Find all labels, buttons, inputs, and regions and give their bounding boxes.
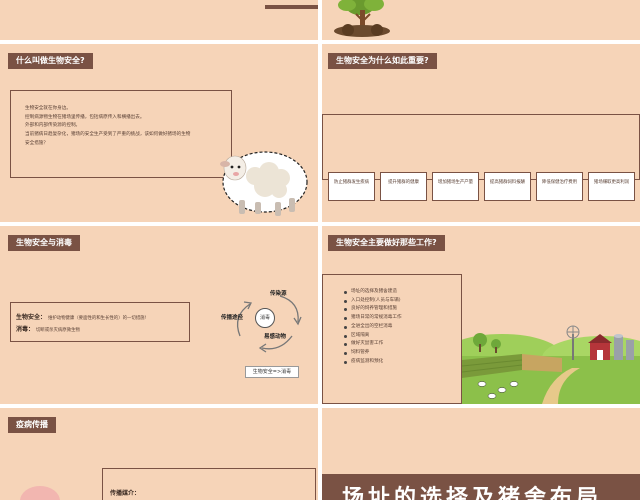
reason-chip: 提高猪群饲料报酬 <box>484 172 531 201</box>
cycle-node-host: 易感动物 <box>264 334 287 340</box>
reason-chip: 提升猪群的健康 <box>380 172 427 201</box>
work-item: 猪场日常的常规消毒工作 <box>343 314 461 323</box>
cycle-node-route: 传播途径 <box>221 315 244 321</box>
work-item: 全进全出的空栏消毒 <box>343 323 461 332</box>
definition-box: 生物安全就在你身边。 控制病源物生物在猪场里传播，包括病原传入和横播出去。 外部… <box>10 90 232 178</box>
reasons-frame <box>322 114 640 180</box>
slide-title: 疫病传播 <box>8 417 56 433</box>
work-item: 做好灭鼠害工作 <box>343 340 461 349</box>
banner-title: 场址的选择及猪舍布局 <box>342 486 603 500</box>
slide-site-selection[interactable]: 场址的选择及猪舍布局 <box>322 408 640 500</box>
pig-illustration <box>20 486 60 500</box>
definition-line: 当前猪病日趋复杂化，猪场的安全生产受到了严重的挑战，该如何做好猪场的生物 <box>25 132 191 138</box>
definition-line: 生物安全就在你身边。 <box>25 106 71 111</box>
reason-chip: 防止猪群发生疾病 <box>328 172 375 201</box>
reason-chip: 猪场赚取更高利润 <box>588 172 635 201</box>
cycle-node-source: 传染源 <box>270 291 287 297</box>
definition-box <box>10 302 190 342</box>
slide-thumbnail-top-right[interactable] <box>322 0 640 40</box>
reason-chip: 降低保健治疗费用 <box>536 172 583 201</box>
title-bar-stub <box>265 5 318 9</box>
definition-line: 控制病源物生物在猪场里传播，包括病原传入和横播出去。 <box>25 114 145 120</box>
work-item: 场址的选择及猪舍建造 <box>343 288 461 297</box>
disinfection-label: 消毒： <box>16 326 35 333</box>
work-item: 入口处控制(人员与车辆) <box>343 297 461 306</box>
slide-title: 什么叫做生物安全? <box>8 53 93 69</box>
slide-title: 生物安全为什么如此重要? <box>328 53 437 69</box>
work-item: 良好的饲养管理和措施 <box>343 305 461 314</box>
tree-illustration <box>334 0 390 37</box>
work-item: 饲料管养 <box>343 349 461 358</box>
cycle-center: 消毒 <box>255 308 275 328</box>
slide-title: 生物安全主要做好那些工作? <box>328 235 445 251</box>
formula-box: 生物安全=>消毒 <box>245 366 299 378</box>
slide-main-work[interactable]: 生物安全主要做好那些工作? 场址的选择及猪舍建造 入口处控制(人员与车辆) 良好… <box>322 226 640 404</box>
slide-biosafety-definition[interactable]: 什么叫做生物安全? 生物安全就在你身边。 控制病源物生物在猪场里传播，包括病原传… <box>0 44 318 222</box>
biosafety-label: 生物安全： <box>16 314 47 321</box>
reason-chip: 增加猪场生产产量 <box>432 172 479 201</box>
disinfection-text: 切断或杀灭病原微生物 <box>35 328 80 333</box>
biosafety-text: 维护动物健康（要面性的和生长性的）的一切措施! <box>47 316 147 321</box>
medium-label: 传播媒介： <box>110 490 141 497</box>
slide-transmission[interactable]: 疫病传播 传播媒介： <box>0 408 318 500</box>
slide-title: 生物安全与消毒 <box>8 235 80 251</box>
slide-why-important[interactable]: 生物安全为什么如此重要? 防止猪群发生疾病 提升猪群的健康 增加猪场生产产量 提… <box>322 44 640 222</box>
farm-illustration <box>462 325 640 404</box>
slide-disinfection[interactable]: 生物安全与消毒 生物安全： 维护动物健康（要面性的和生长性的）的一切措施! 消毒… <box>0 226 318 404</box>
work-list-box: 场址的选择及猪舍建造 入口处控制(人员与车辆) 良好的饲养管理和措施 猪场日常的… <box>322 274 462 404</box>
work-item: 区域隔离 <box>343 332 461 341</box>
definition-line: 安全措施？ <box>25 140 48 146</box>
work-item: 疫病监测和预化 <box>343 358 461 367</box>
definition-line: 外部和内部传染源的控制。 <box>25 123 81 129</box>
sheep-illustration <box>220 151 308 216</box>
slide-thumbnail-top-left[interactable] <box>0 0 318 40</box>
